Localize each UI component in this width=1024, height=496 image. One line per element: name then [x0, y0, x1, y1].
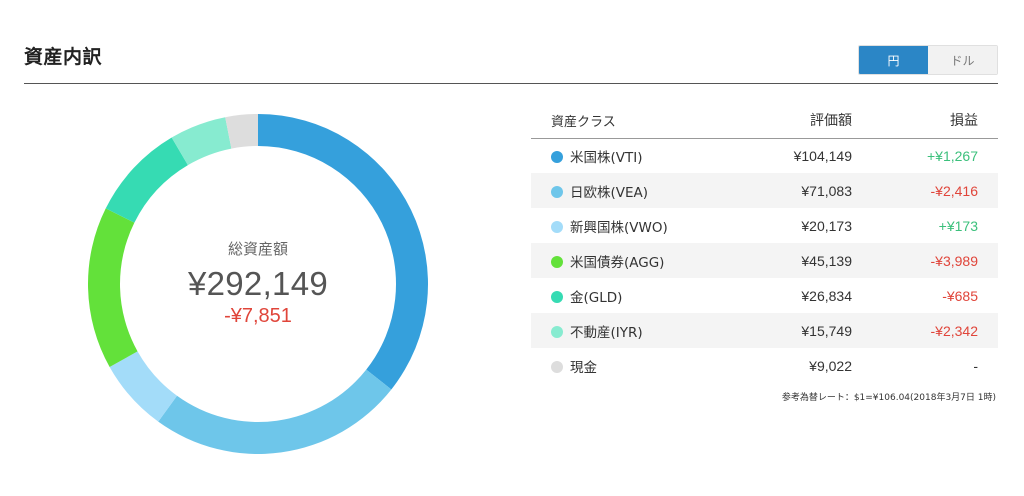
table-row: 米国債券(AGG) ¥45,139 -¥3,989: [531, 243, 998, 278]
asset-profit-loss: -¥2,416: [930, 182, 978, 199]
exchange-rate-note: 参考為替レート：$1=¥106.04(2018年3月7日 1時): [781, 393, 996, 403]
asset-profit-loss: -¥3,989: [930, 252, 978, 269]
table-row: 現金 ¥9,022 -: [531, 348, 998, 383]
asset-profit-loss: +¥173: [938, 217, 978, 234]
donut-center: 総資産額 ¥292,149 -¥7,851: [88, 114, 428, 454]
asset-profit-loss: -: [973, 357, 978, 374]
section-title: 資産内訳: [24, 46, 103, 68]
table-row: 新興国株(VWO) ¥20,173 +¥173: [531, 208, 998, 243]
asset-name: 新興国株(VWO): [570, 219, 668, 236]
asset-name: 現金: [570, 359, 597, 376]
asset-value: ¥45,139: [801, 252, 852, 269]
asset-name-cell: 金(GLD): [531, 278, 741, 313]
total-assets-label: 総資産額: [227, 240, 288, 258]
currency-dollar-button[interactable]: ドル: [928, 46, 997, 74]
asset-value: ¥71,083: [801, 182, 852, 199]
asset-profit-loss: -¥2,342: [930, 322, 978, 339]
asset-name-cell: 現金: [531, 348, 741, 383]
currency-yen-button[interactable]: 円: [859, 46, 928, 74]
asset-value: ¥9,022: [809, 357, 852, 374]
asset-name: 米国株(VTI): [570, 149, 643, 166]
legend-dot-icon: [551, 325, 563, 338]
asset-value: ¥15,749: [801, 322, 852, 339]
total-assets-value: ¥292,149: [187, 265, 329, 302]
asset-name-cell: 新興国株(VWO): [531, 208, 741, 243]
legend-dot-icon: [551, 255, 563, 268]
table-row: 不動産(IYR) ¥15,749 -¥2,342: [531, 313, 998, 348]
table-row: 米国株(VTI) ¥104,149 +¥1,267: [531, 138, 998, 173]
currency-toggle[interactable]: 円 ドル: [858, 45, 998, 75]
header-profit-loss: 損益: [852, 103, 998, 139]
total-profit-loss: -¥7,851: [224, 305, 292, 327]
asset-profit-loss: +¥1,267: [927, 147, 978, 164]
asset-name-cell: 不動産(IYR): [531, 313, 741, 348]
asset-table: 資産クラス 評価額 損益 米国株(VTI) ¥104,149 +¥1,267 日…: [531, 103, 998, 383]
asset-name-cell: 米国債券(AGG): [531, 243, 741, 278]
asset-value: ¥20,173: [801, 217, 852, 234]
legend-dot-icon: [551, 185, 563, 198]
asset-name: 金(GLD): [570, 289, 623, 306]
title-divider: [24, 83, 998, 84]
legend-dot-icon: [551, 220, 563, 233]
asset-name-cell: 日欧株(VEA): [531, 173, 741, 208]
asset-name: 不動産(IYR): [570, 324, 643, 341]
asset-name: 日欧株(VEA): [570, 184, 649, 201]
legend-dot-icon: [551, 360, 563, 373]
header-asset-class: 資産クラス: [531, 103, 741, 139]
table-row: 金(GLD) ¥26,834 -¥685: [531, 278, 998, 313]
asset-donut-chart: 総資産額 ¥292,149 -¥7,851: [88, 114, 428, 454]
asset-name: 米国債券(AGG): [570, 254, 665, 271]
table-header-row: 資産クラス 評価額 損益: [531, 103, 998, 139]
asset-value: ¥26,834: [801, 287, 852, 304]
legend-dot-icon: [551, 150, 563, 163]
asset-profit-loss: -¥685: [942, 287, 978, 304]
asset-value: ¥104,149: [793, 147, 852, 164]
header-valuation: 評価額: [741, 103, 852, 139]
asset-name-cell: 米国株(VTI): [531, 138, 741, 173]
legend-dot-icon: [551, 290, 563, 303]
table-row: 日欧株(VEA) ¥71,083 -¥2,416: [531, 173, 998, 208]
